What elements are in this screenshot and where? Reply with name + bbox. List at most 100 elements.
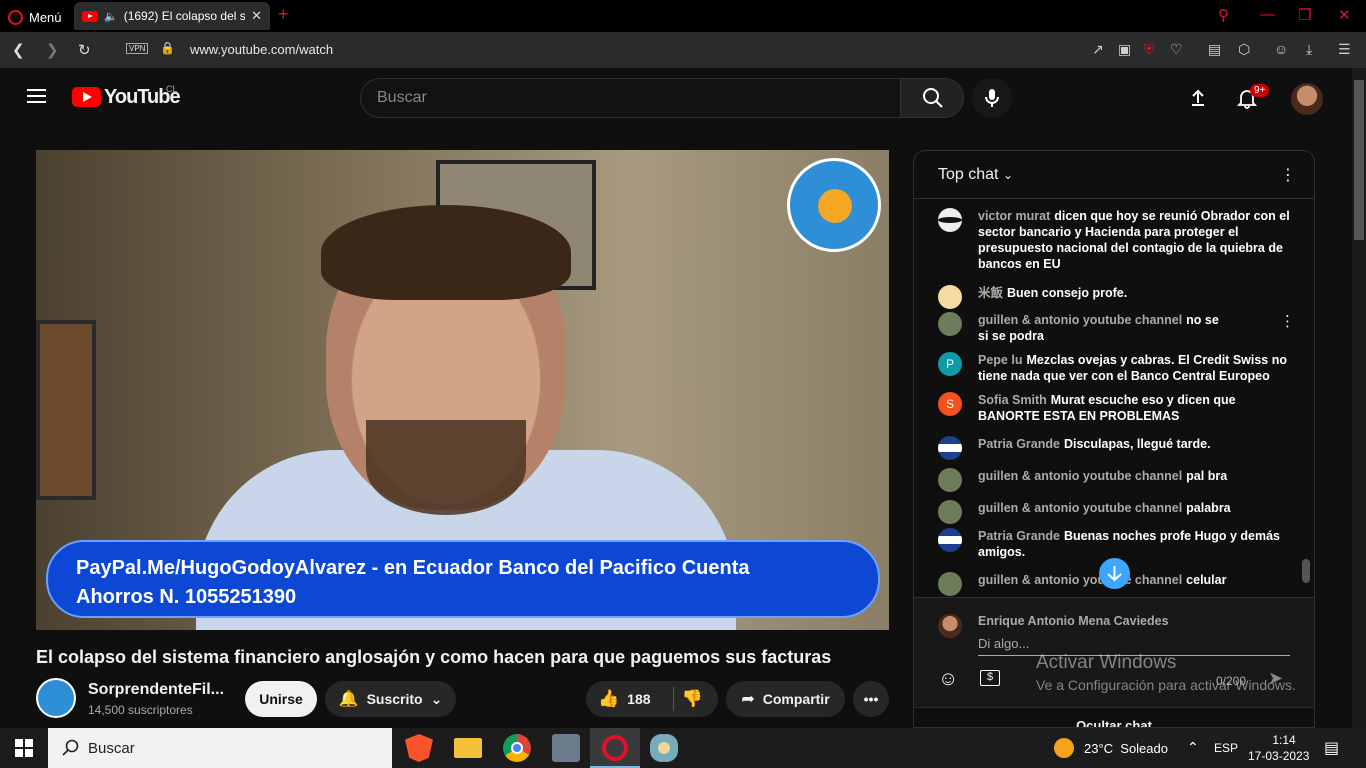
url-field[interactable]: www.youtube.com/watch — [190, 42, 333, 57]
new-tab-button[interactable]: + — [278, 4, 289, 25]
chat-scrollbar[interactable] — [1302, 559, 1310, 583]
chat-author[interactable]: Patria Grande — [978, 529, 1060, 543]
heart-icon[interactable]: ♡ — [1170, 41, 1183, 58]
chat-author[interactable]: Sofia Smith — [978, 393, 1047, 407]
chevron-up-icon[interactable]: ⌃ — [1187, 739, 1199, 756]
user-avatar[interactable] — [1291, 83, 1323, 115]
back-button[interactable]: ❮ — [12, 41, 25, 59]
minimize-button[interactable]: — — [1260, 6, 1275, 23]
super-chat-icon[interactable]: $ — [980, 670, 1000, 686]
reload-button[interactable]: ↻ — [78, 41, 91, 59]
chrome-icon[interactable] — [503, 734, 531, 762]
chat-menu-icon[interactable]: ⋮ — [1280, 165, 1296, 185]
channel-avatar[interactable] — [36, 678, 76, 718]
thumbs-down-icon[interactable]: 👎 — [682, 689, 703, 709]
more-actions-button[interactable]: ••• — [853, 681, 889, 717]
adblock-shield-icon[interactable]: ⛨ — [1144, 41, 1155, 58]
chat-author[interactable]: Patria Grande — [978, 437, 1060, 451]
chat-avatar[interactable] — [938, 528, 962, 552]
speaker-icon[interactable]: 🔈 — [104, 10, 118, 23]
voice-search-button[interactable] — [972, 78, 1012, 118]
chat-author[interactable]: guillen & antonio youtube channel — [978, 573, 1182, 587]
chat-author[interactable]: guillen & antonio youtube channel — [978, 313, 1182, 327]
chat-input-area: Enrique Antonio Mena Caviedes Di algo...… — [914, 597, 1314, 707]
like-dislike-group: 👍 188 👎 — [586, 681, 718, 717]
snapshot-icon[interactable]: ▣ — [1118, 41, 1131, 58]
maximize-button[interactable]: ❐ — [1298, 6, 1311, 24]
chat-message: P Pepe lu Mezclas ovejas y cabras. El Cre… — [938, 352, 1290, 384]
send-icon[interactable]: ➤ — [1268, 668, 1283, 689]
notification-center-icon[interactable]: ▤ — [1324, 738, 1339, 758]
upload-icon[interactable] — [1188, 88, 1208, 108]
chat-message: S Sofia Smith Murat escuche eso y dicen q… — [938, 392, 1290, 424]
chat-avatar[interactable] — [938, 312, 962, 336]
account-icon[interactable]: ☺ — [1274, 41, 1288, 57]
download-icon[interactable]: ⤓ — [1306, 41, 1312, 58]
page-scrollbar[interactable] — [1352, 68, 1366, 728]
close-tab-icon[interactable]: ✕ — [251, 8, 262, 24]
chat-author[interactable]: guillen & antonio youtube channel — [978, 501, 1182, 515]
browser-tab-bar: Menú 🔈 (1692) El colapso del sis ✕ + ⚲ —… — [0, 0, 1366, 32]
paint-icon[interactable] — [650, 734, 678, 762]
chat-author[interactable]: victor murat — [978, 209, 1050, 223]
weather-text[interactable]: 23°C Soleado — [1084, 741, 1168, 756]
wallet-icon[interactable]: ▤ — [1208, 41, 1221, 58]
chat-avatar[interactable]: P — [938, 352, 962, 376]
join-button[interactable]: Unirse — [245, 681, 317, 717]
thumbs-up-icon[interactable]: 👍 — [598, 689, 619, 709]
video-player[interactable]: PayPal.Me/HugoGodoyAlvarez - en Ecuador … — [36, 150, 889, 630]
scroll-to-bottom-button[interactable] — [1099, 558, 1130, 589]
opera-taskbar-button[interactable] — [590, 728, 640, 768]
chat-avatar[interactable] — [938, 468, 962, 492]
chat-avatar[interactable] — [938, 572, 962, 596]
forward-button[interactable]: ❯ — [46, 41, 59, 59]
share-button[interactable]: ➦ Compartir — [726, 681, 845, 717]
lock-icon[interactable]: 🔒 — [160, 41, 175, 55]
message-menu-icon[interactable]: ⋮ — [1280, 314, 1295, 330]
chat-text: Buen consejo profe. — [1007, 286, 1128, 300]
cube-icon[interactable]: ⬡ — [1238, 41, 1250, 58]
chat-avatar[interactable] — [938, 208, 962, 232]
emoji-icon[interactable]: ☺ — [938, 668, 958, 691]
chat-mode-selector[interactable]: Top chat ⌄ — [938, 166, 1013, 184]
browser-tab[interactable]: 🔈 (1692) El colapso del sis ✕ — [74, 2, 270, 30]
chat-author[interactable]: Pepe lu — [978, 353, 1022, 367]
channel-name[interactable]: SorprendenteFil... — [88, 681, 224, 699]
like-count[interactable]: 188 — [627, 691, 650, 707]
chat-avatar[interactable] — [938, 436, 962, 460]
windows-start-icon[interactable] — [15, 739, 33, 757]
chat-avatar[interactable] — [938, 285, 962, 309]
search-input[interactable]: Buscar — [360, 78, 901, 118]
clock-date[interactable]: 17-03-2023 — [1248, 749, 1309, 763]
chat-author[interactable]: 米飯 — [978, 286, 1003, 300]
vpn-badge[interactable]: VPN — [126, 43, 149, 54]
chat-avatar[interactable] — [938, 500, 962, 524]
youtube-logo-icon[interactable] — [72, 87, 101, 107]
taskbar-search-label: Buscar — [88, 739, 135, 757]
sun-weather-icon[interactable] — [1054, 738, 1074, 758]
hamburger-menu-icon[interactable] — [27, 89, 46, 103]
search-tabs-icon[interactable]: ⚲ — [1218, 6, 1229, 24]
chat-text: Disculapas, llegué tarde. — [1063, 437, 1211, 451]
subscribed-button[interactable]: 🔔 Suscrito ⌄ — [325, 681, 456, 717]
bell-icon: 🔔 — [338, 691, 359, 708]
clock-time[interactable]: 1:14 — [1262, 733, 1306, 747]
close-window-button[interactable]: ✕ — [1338, 6, 1351, 24]
chat-avatar[interactable]: S — [938, 392, 962, 416]
page-scrollbar-thumb[interactable] — [1354, 80, 1364, 240]
notepad-icon[interactable] — [552, 734, 580, 762]
language-indicator[interactable]: ESP — [1214, 741, 1238, 755]
search-button[interactable] — [900, 78, 964, 118]
share-page-icon[interactable]: ↗ — [1092, 41, 1104, 58]
opera-menu-button[interactable]: Menú — [8, 8, 62, 26]
taskbar-search-box[interactable]: Buscar — [48, 728, 392, 768]
chat-message: guillen & antonio youtube channel palabra — [938, 500, 1290, 524]
chat-author[interactable]: guillen & antonio youtube channel — [978, 469, 1182, 483]
hide-chat-button[interactable]: Ocultar chat — [914, 707, 1314, 727]
easy-setup-icon[interactable]: ☰ — [1338, 41, 1351, 58]
file-explorer-icon[interactable] — [454, 738, 482, 758]
chat-message: guillen & antonio youtube channel no se s… — [938, 312, 1295, 344]
current-user-avatar — [938, 614, 962, 638]
brave-browser-icon[interactable] — [405, 734, 433, 762]
chat-message-input[interactable]: Di algo... — [978, 636, 1290, 656]
